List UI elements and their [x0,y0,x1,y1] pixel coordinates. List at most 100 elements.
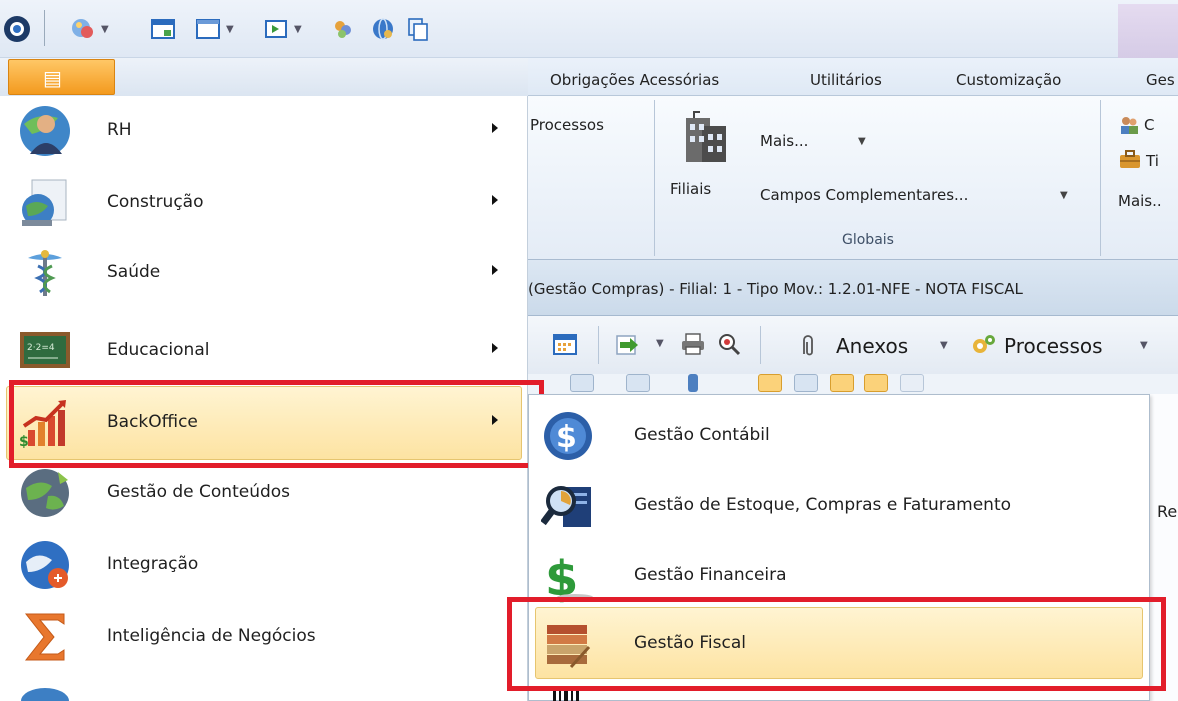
chevron-down-icon[interactable]: ▼ [294,24,302,35]
submenu-arrow-icon [492,123,498,133]
document-toolbar: ▼ Anexos ▼ Processos ▼ [528,316,1178,374]
toolbar-separator [44,10,45,46]
chevron-down-icon[interactable]: ▼ [656,338,664,349]
submenu-arrow-icon [492,265,498,275]
toolbar-button[interactable] [758,374,782,392]
menu-item-gestao-de-conteudos[interactable]: Gestão de Conteúdos [0,458,528,528]
processes-gear-icon[interactable] [970,332,998,358]
paperclip-icon[interactable] [796,334,818,358]
integration-globe-icon [21,541,69,589]
toolbar-button[interactable] [864,374,888,392]
globe-users-icon[interactable] [70,16,96,42]
menu-item-label: RH [107,120,132,140]
filter-icon[interactable] [330,16,356,42]
tab-customizacao[interactable]: Customização [956,71,1061,89]
copy-icon[interactable] [405,16,431,42]
document-info-bar: (Gestão Compras) - Filial: 1 - Tipo Mov.… [528,260,1178,316]
menu-item-inteligencia-de-negocios[interactable]: Inteligência de Negócios [0,602,528,672]
tab-obrigacoes-acessorias[interactable]: Obrigações Acessórias [550,71,719,89]
ribbon-group-label: Globais [842,232,894,248]
toolbar-button[interactable] [830,374,854,392]
partial-globe-icon [21,688,69,701]
construction-globe-icon [22,179,67,226]
ribbon-right-more[interactable]: Mais.. [1118,192,1162,210]
submenu-item-label: Gestão de Estoque, Compras e Faturamento [634,495,1012,515]
chevron-down-icon[interactable]: ▼ [1060,190,1068,201]
toolbar-button[interactable] [626,374,650,392]
dollar-coin-icon: $ [544,412,592,460]
toolbar-separator [598,326,599,364]
app-orb-icon[interactable] [2,14,32,44]
menu-item-integracao[interactable]: Integração [0,530,528,600]
menu-item-label: Inteligência de Negócios [107,626,316,646]
application-menu: RH Construção Saúde 2·2=4 Educacional $ … [0,96,544,701]
chevron-down-icon[interactable]: ▼ [1140,340,1148,351]
tab-utilitarios[interactable]: Utilitários [810,71,882,89]
sigma-icon [24,613,65,661]
submenu-arrow-icon [492,195,498,205]
quick-access-toolbar: ▼ ▼ ▼ [0,0,1178,58]
title-bar-decoration [1118,4,1178,58]
backoffice-callout-box [9,380,544,468]
toolbar-button[interactable] [900,374,924,392]
ribbon-right-item[interactable]: C [1144,116,1154,134]
chevron-down-icon[interactable]: ▼ [101,24,109,35]
menu-item-educacional[interactable]: 2·2=4 Educacional [0,316,528,386]
menu-item-label: Integração [107,554,199,574]
gestao-fiscal-callout-box [507,597,1166,691]
magnifier-chart-icon [541,486,591,527]
building-icon[interactable] [678,108,732,166]
menu-item-label: Saúde [107,262,161,282]
toolbar-button[interactable] [794,374,818,392]
export-icon[interactable] [263,16,289,42]
campos-complementares-label[interactable]: Campos Complementares... [760,186,968,204]
web-icon[interactable] [370,16,396,42]
processos-group-label[interactable]: Processos [530,116,604,134]
menu-item-rh[interactable]: RH [0,96,528,166]
secondary-toolbar [528,374,1178,394]
toolbar-button[interactable] [688,374,698,392]
form-icon[interactable] [195,16,221,42]
mais-label[interactable]: Mais... [760,132,808,150]
submenu-item-gestao-estoque[interactable]: Gestão de Estoque, Compras e Faturamento [529,471,1149,541]
chevron-down-icon[interactable]: ▼ [940,340,948,351]
menu-list-icon: ▤ [43,66,62,90]
arrow-right-icon[interactable] [614,332,644,358]
rh-person-icon [20,106,70,156]
briefcase-icon[interactable] [1118,148,1142,170]
chevron-down-icon[interactable]: ▼ [858,136,866,147]
app-menu-button[interactable]: ▤ [8,59,115,95]
processos-toolbar-label[interactable]: Processos [1004,334,1103,358]
document-info-text: (Gestão Compras) - Filial: 1 - Tipo Mov.… [528,280,1023,298]
zoom-icon[interactable] [716,332,742,356]
anexos-label[interactable]: Anexos [836,334,908,358]
svg-text:$: $ [556,420,577,455]
menu-item-label: Gestão de Conteúdos [107,482,291,502]
submenu-arrow-icon [492,343,498,353]
chalkboard-icon: 2·2=4 [20,332,70,368]
printer-icon[interactable] [680,332,706,356]
menu-item-saude[interactable]: Saúde [0,238,528,308]
ribbon-right-item[interactable]: Ti [1146,152,1159,170]
ribbon-separator [654,100,655,256]
filiais-label[interactable]: Filiais [670,180,711,198]
toolbar-button[interactable] [570,374,594,392]
menu-item-construcao[interactable]: Construção [0,168,528,238]
submenu-item-label: Gestão Financeira [634,565,787,585]
window-icon[interactable] [150,16,176,42]
menu-item-label: Construção [107,192,204,212]
users-icon[interactable] [1118,114,1140,136]
chevron-down-icon[interactable]: ▼ [226,24,234,35]
dollar-sign-icon: $ [545,551,593,603]
ribbon-tab-bar: Obrigações Acessórias Utilitários Custom… [528,58,1178,96]
svg-text:2·2=4: 2·2=4 [27,343,55,353]
caduceus-icon [28,250,62,296]
toolbar-separator [760,326,761,364]
ribbon-separator [1100,100,1101,256]
calendar-icon[interactable] [552,332,578,356]
menu-item-label: Educacional [107,340,210,360]
ribbon-body: Processos Filiais Mais... ▼ Campos Compl… [528,96,1178,260]
tab-gestao[interactable]: Ges [1146,71,1175,89]
grid-column-header[interactable]: Re [1157,502,1177,521]
submenu-item-gestao-contabil[interactable]: $ Gestão Contábil [529,401,1149,471]
